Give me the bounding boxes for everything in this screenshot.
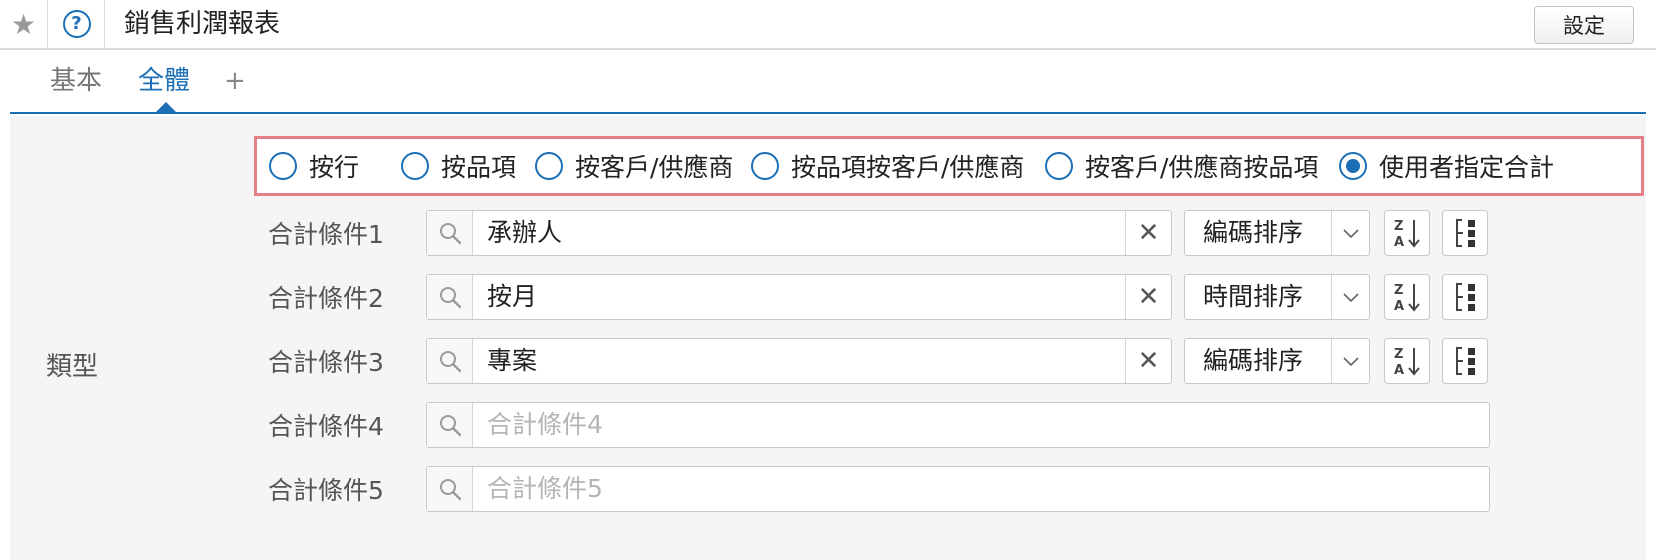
condition-label: 合計條件5 — [268, 476, 384, 505]
tab-all[interactable]: 全體 — [138, 64, 190, 98]
split-columns-icon — [1456, 219, 1475, 247]
radio-by-row[interactable]: 按行 — [269, 149, 359, 183]
search-icon[interactable] — [427, 467, 473, 511]
radio-label: 使用者指定合計 — [1379, 153, 1555, 182]
sort-order-value: 編碼排序 — [1203, 346, 1304, 375]
clear-icon[interactable]: ✕ — [1125, 339, 1171, 383]
sort-order-select[interactable]: 編碼排序 — [1184, 338, 1370, 384]
condition-label: 合計條件1 — [268, 220, 384, 249]
condition-1-field[interactable]: 承辦人 ✕ — [426, 210, 1172, 256]
tab-bar: 基本 全體 + — [10, 50, 1646, 114]
clear-icon[interactable]: ✕ — [1125, 211, 1171, 255]
svg-text:A: A — [1394, 299, 1404, 314]
sort-za-icon: Z A — [1394, 283, 1420, 314]
split-columns-icon — [1456, 347, 1475, 375]
condition-label: 合計條件2 — [268, 284, 384, 313]
condition-label: 合計條件3 — [268, 348, 384, 377]
active-tab-indicator — [155, 102, 177, 113]
split-columns-icon — [1456, 283, 1475, 311]
sort-order-select[interactable]: 編碼排序 — [1184, 210, 1370, 256]
radio-button-checked-icon[interactable] — [1339, 152, 1367, 180]
radio-label: 按品項 — [441, 153, 517, 182]
radio-button-icon[interactable] — [535, 152, 563, 180]
condition-label: 合計條件4 — [268, 412, 384, 441]
svg-text:Z: Z — [1394, 219, 1403, 234]
add-tab-button[interactable]: + — [224, 64, 246, 98]
condition-5-field[interactable]: 合計條件5 — [426, 466, 1490, 512]
clear-icon[interactable]: ✕ — [1125, 275, 1171, 319]
condition-row-3: 合計條件3 專案 ✕ 編碼排序 Z A — [0, 338, 1656, 388]
sort-za-button[interactable]: Z A — [1384, 210, 1430, 256]
radio-button-icon[interactable] — [1045, 152, 1073, 180]
column-split-button[interactable] — [1442, 274, 1488, 320]
help-button[interactable]: ? — [49, 0, 105, 48]
radio-user-defined[interactable]: 使用者指定合計 — [1339, 149, 1554, 183]
tab-basic[interactable]: 基本 — [50, 64, 102, 98]
sort-order-select[interactable]: 時間排序 — [1184, 274, 1370, 320]
search-icon[interactable] — [427, 211, 473, 255]
condition-row-2: 合計條件2 按月 ✕ 時間排序 Z A — [0, 274, 1656, 324]
radio-by-item[interactable]: 按品項 — [401, 149, 516, 183]
condition-3-field[interactable]: 專案 ✕ — [426, 338, 1172, 384]
chevron-down-icon — [1331, 211, 1369, 255]
sort-order-value: 時間排序 — [1203, 282, 1304, 311]
condition-value: 專案 — [487, 346, 538, 375]
help-icon: ? — [62, 10, 91, 38]
radio-label: 按品項按客戶/供應商 — [791, 153, 1025, 182]
search-icon[interactable] — [427, 339, 473, 383]
chevron-down-icon — [1331, 275, 1369, 319]
search-icon[interactable] — [427, 403, 473, 447]
radio-button-icon[interactable] — [401, 152, 429, 180]
condition-value: 承辦人 — [487, 218, 563, 247]
radio-by-item-by-customer[interactable]: 按品項按客戶/供應商 — [751, 149, 1024, 183]
svg-text:Z: Z — [1394, 283, 1403, 298]
settings-button[interactable]: 設定 — [1534, 6, 1634, 44]
condition-row-1: 合計條件1 承辦人 ✕ 編碼排序 Z A — [0, 210, 1656, 260]
radio-by-customer[interactable]: 按客戶/供應商 — [535, 149, 733, 183]
column-split-button[interactable] — [1442, 210, 1488, 256]
condition-4-field[interactable]: 合計條件4 — [426, 402, 1490, 448]
radio-label: 按客戶/供應商按品項 — [1085, 153, 1319, 182]
radio-label: 按行 — [309, 153, 360, 182]
condition-value: 按月 — [487, 282, 538, 311]
condition-placeholder: 合計條件4 — [487, 410, 603, 439]
sort-za-icon: Z A — [1394, 219, 1420, 250]
sort-za-button[interactable]: Z A — [1384, 338, 1430, 384]
sort-za-button[interactable]: Z A — [1384, 274, 1430, 320]
svg-text:Z: Z — [1394, 347, 1403, 362]
aggregation-type-radio-group: 按行 按品項 按客戶/供應商 按品項按客戶/供應商 按客戶/供應商按品項 使用者… — [254, 136, 1644, 196]
svg-text:A: A — [1394, 235, 1404, 250]
condition-row-5: 合計條件5 合計條件5 — [0, 466, 1656, 516]
condition-2-field[interactable]: 按月 ✕ — [426, 274, 1172, 320]
svg-text:A: A — [1394, 363, 1404, 378]
condition-row-4: 合計條件4 合計條件4 — [0, 402, 1656, 452]
radio-button-icon[interactable] — [751, 152, 779, 180]
search-icon[interactable] — [427, 275, 473, 319]
radio-button-icon[interactable] — [269, 152, 297, 180]
sort-za-icon: Z A — [1394, 347, 1420, 378]
sort-order-value: 編碼排序 — [1203, 218, 1304, 247]
chevron-down-icon — [1331, 339, 1369, 383]
radio-by-customer-by-item[interactable]: 按客戶/供應商按品項 — [1045, 149, 1318, 183]
condition-placeholder: 合計條件5 — [487, 474, 603, 503]
radio-label: 按客戶/供應商 — [575, 153, 734, 182]
app-header: ★ ? 銷售利潤報表 設定 — [0, 0, 1656, 50]
page-title: 銷售利潤報表 — [124, 9, 281, 39]
star-icon[interactable]: ★ — [0, 0, 48, 48]
column-split-button[interactable] — [1442, 338, 1488, 384]
